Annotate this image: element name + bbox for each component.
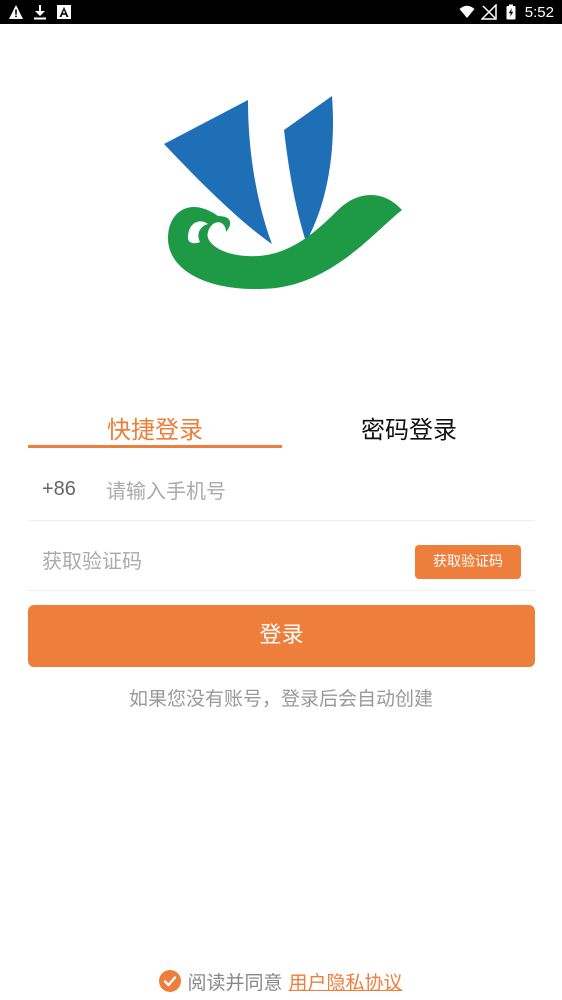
agreement-row: 阅读并同意 用户隐私协议 <box>0 966 562 996</box>
login-button[interactable]: 登录 <box>28 605 535 667</box>
verification-code-row: 获取验证码 <box>28 532 535 591</box>
logo-icon <box>164 96 402 290</box>
tab-quick-login[interactable]: 快捷登录 <box>28 410 282 450</box>
status-time: 5:52 <box>524 3 554 21</box>
warning-icon <box>9 5 23 19</box>
status-bar-right: 5:52 <box>459 2 554 22</box>
country-code: +86 <box>42 478 76 500</box>
battery-icon <box>506 4 516 20</box>
verification-code-input[interactable] <box>42 542 402 580</box>
font-icon <box>57 5 71 19</box>
download-icon <box>34 5 46 20</box>
active-tab-indicator <box>28 445 282 448</box>
agreement-text: 阅读并同意 <box>187 971 283 994</box>
no-signal-icon <box>480 4 497 20</box>
phone-input[interactable] <box>106 472 516 510</box>
get-code-button[interactable]: 获取验证码 <box>415 545 521 579</box>
tab-password-login[interactable]: 密码登录 <box>282 410 536 450</box>
privacy-policy-link[interactable]: 用户隐私协议 <box>289 968 403 995</box>
phone-row: +86 <box>28 462 535 521</box>
auto-create-hint: 如果您没有账号，登录后会自动创建 <box>128 688 433 710</box>
status-bar-left <box>8 2 72 22</box>
login-tabs: 快捷登录 密码登录 <box>28 410 535 450</box>
status-bar: 5:52 <box>0 0 562 24</box>
checkbox-checked-icon[interactable] <box>159 970 182 992</box>
wifi-icon <box>459 5 475 18</box>
